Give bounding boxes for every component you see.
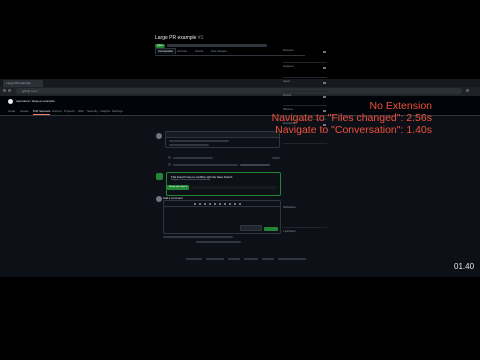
repo-tab-insights[interactable]: Insights (100, 109, 110, 114)
commit-icon (168, 156, 171, 159)
gear-icon[interactable] (323, 51, 326, 53)
overlay-line-2: Navigate to "Files changed": 2.56s (271, 112, 432, 124)
card-header (166, 132, 279, 138)
commit-branch[interactable] (240, 164, 270, 166)
tip-line (196, 241, 241, 243)
sidebar-divider (283, 77, 327, 78)
editor-toolbar (164, 201, 280, 207)
pr-description-card (165, 131, 280, 148)
footer-link[interactable] (186, 258, 202, 260)
code-icon[interactable] (214, 202, 216, 205)
sidebar-assignees[interactable]: Assignees (283, 66, 294, 68)
footer-link[interactable] (244, 258, 258, 260)
tab-strip: Large PR example (0, 79, 480, 87)
mention-icon[interactable] (234, 202, 236, 205)
repo-tab-actions[interactable]: Actions (52, 109, 62, 114)
pr-title: Large PR example #1 (155, 35, 203, 41)
commit-line (173, 164, 238, 166)
gear-icon[interactable] (323, 96, 326, 98)
commit-icon (168, 163, 171, 166)
video-timer: 01.40 (454, 262, 475, 271)
gear-icon[interactable] (323, 67, 326, 69)
sidebar-divider (283, 91, 327, 92)
tab-commits[interactable]: Commits (177, 49, 187, 54)
address-bar[interactable]: github.com/ (16, 88, 462, 94)
close-pr-button[interactable] (240, 225, 262, 231)
sidebar-labels[interactable]: Labels (283, 81, 290, 83)
sidebar-projects[interactable]: Projects (283, 95, 291, 97)
sidebar-reviewers[interactable]: Reviewers (283, 50, 294, 52)
merge-button[interactable]: Merge pull request (167, 185, 189, 190)
browser-tab[interactable]: Large PR example (3, 80, 43, 87)
quote-icon[interactable] (209, 202, 211, 205)
commit-line (173, 157, 213, 159)
repo-tab-projects[interactable]: Projects (64, 109, 75, 114)
bold-icon[interactable] (199, 202, 201, 205)
tab-files-changed[interactable]: Files changed (211, 49, 227, 54)
menu-icon[interactable] (466, 89, 469, 92)
browser-chrome: Large PR example github.com/ (0, 79, 480, 96)
repo-tab-settings[interactable]: Settings (112, 109, 123, 114)
comment-button[interactable] (264, 227, 278, 231)
list-icon[interactable] (224, 202, 226, 205)
merge-icon (156, 173, 163, 180)
repo-tab-security[interactable]: Security (87, 109, 98, 114)
page-footer (186, 258, 306, 261)
sidebar-notifications: Notifications (283, 207, 296, 209)
pr-title-text: Large PR example (155, 35, 197, 41)
comment-editor[interactable] (163, 200, 281, 234)
description-line (169, 140, 229, 142)
sidebar-divider (283, 143, 327, 144)
tip-line (163, 236, 233, 238)
sidebar-divider (283, 62, 327, 63)
gear-icon[interactable] (323, 82, 326, 84)
repo-tab-issues[interactable]: Issues (20, 109, 29, 114)
avatar[interactable] (156, 196, 162, 202)
timing-overlay: No Extension Navigate to "Files changed"… (272, 100, 432, 136)
footer-link[interactable] (262, 258, 274, 260)
merge-info-bar (191, 186, 276, 189)
italic-icon[interactable] (204, 202, 206, 205)
footer-link[interactable] (228, 258, 240, 260)
footer-link[interactable] (206, 258, 224, 260)
repo-tab-code[interactable]: Code (8, 109, 15, 114)
description-line (169, 144, 209, 146)
sidebar-divider (283, 227, 327, 228)
commit-hash[interactable] (272, 157, 280, 159)
pr-meta-line (167, 44, 267, 47)
repo-tab-pull-requests[interactable]: Pull requests (33, 109, 51, 115)
merge-box: This branch has no conflicts with the ba… (166, 172, 281, 196)
sidebar-participants: 1 participant (283, 231, 296, 233)
back-icon[interactable] (3, 89, 6, 92)
repo-tab-wiki[interactable]: Wiki (78, 109, 84, 114)
avatar[interactable] (156, 133, 162, 139)
repo-path[interactable]: reponame / large-pr-example (16, 98, 55, 105)
footer-link[interactable] (278, 258, 306, 260)
heading-icon[interactable] (194, 202, 196, 205)
merge-subtitle: Merging can be performed automatically. (171, 179, 211, 181)
forward-icon[interactable] (8, 89, 11, 92)
overlay-line-1: No Extension (369, 100, 432, 112)
tab-checks[interactable]: Checks (195, 49, 203, 54)
overlay-line-3: Navigate to "Conversation": 1.40s (275, 124, 432, 136)
reference-icon[interactable] (239, 202, 241, 205)
tab-conversation[interactable]: Conversation (155, 48, 176, 54)
github-logo-icon[interactable] (8, 99, 13, 104)
task-list-icon[interactable] (229, 202, 231, 205)
link-icon[interactable] (219, 202, 221, 205)
pr-number: #1 (197, 35, 204, 41)
